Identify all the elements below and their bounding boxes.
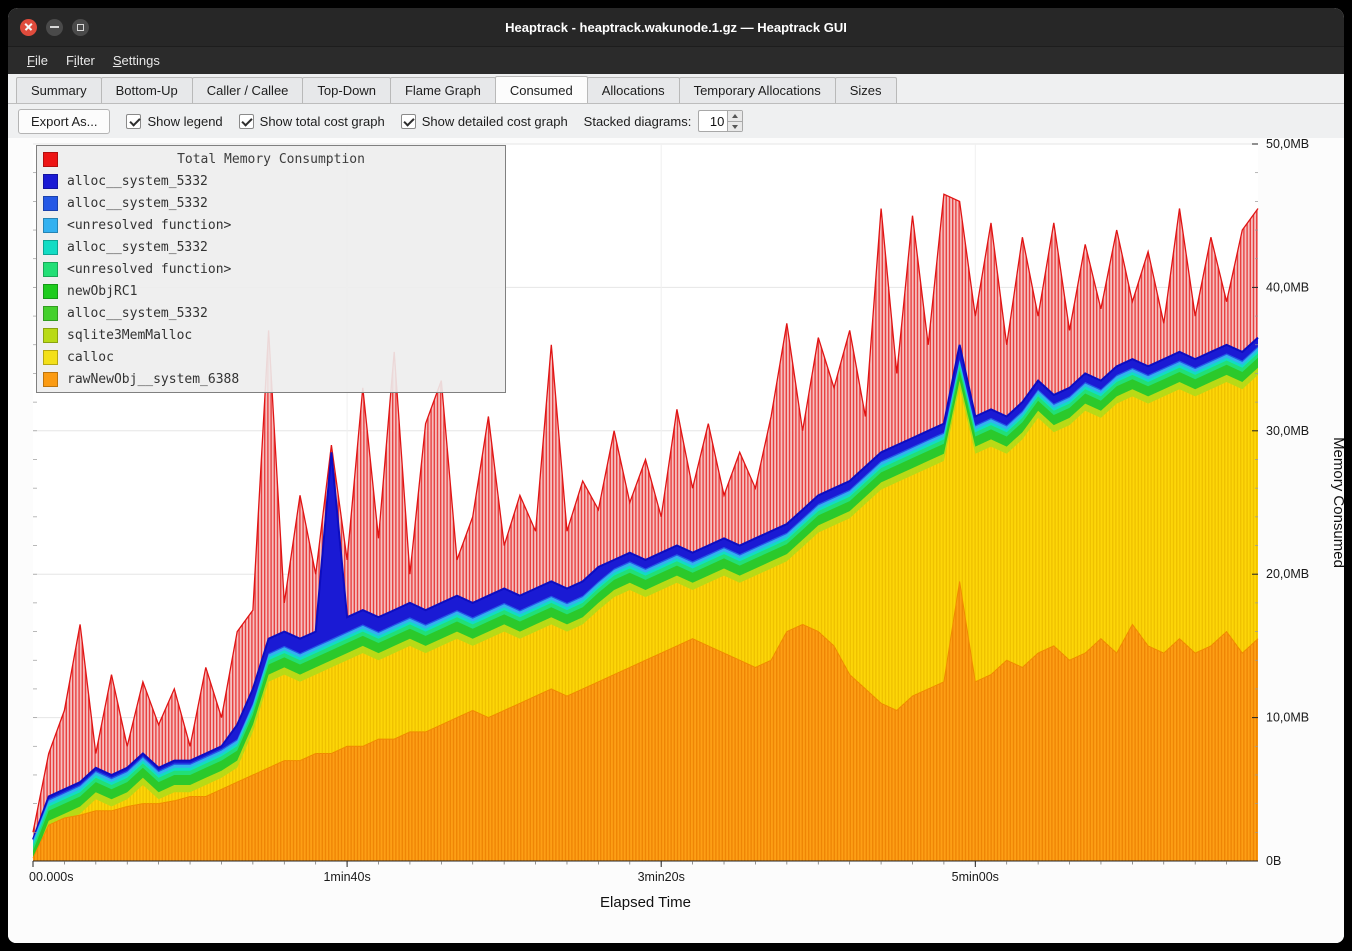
spin-arrows	[727, 111, 742, 131]
stacked-diagrams-spinbox[interactable]: 10	[698, 110, 743, 132]
legend-swatch	[43, 240, 58, 255]
legend-item: alloc__system_5332	[37, 192, 505, 214]
tab-consumed[interactable]: Consumed	[495, 76, 588, 103]
stacked-diagrams-label: Stacked diagrams:	[584, 114, 692, 129]
legend-swatch	[43, 196, 58, 211]
close-button[interactable]	[20, 19, 37, 36]
titlebar[interactable]: Heaptrack - heaptrack.wakunode.1.gz — He…	[8, 8, 1344, 46]
legend-label: Total Memory Consumption	[67, 152, 475, 167]
spin-down-icon[interactable]	[728, 122, 742, 132]
legend-swatch	[43, 152, 58, 167]
checkbox-show-detailed-cost-graph[interactable]: Show detailed cost graph	[401, 114, 568, 129]
checkbox-show-total-cost-graph[interactable]: Show total cost graph	[239, 114, 385, 129]
toolbar: Export As... Show legend Show total cost …	[8, 104, 1344, 138]
menubar: FileFilterSettings	[8, 46, 1344, 74]
legend-item: calloc	[37, 346, 505, 368]
spin-up-icon[interactable]	[728, 111, 742, 122]
legend-swatch	[43, 350, 58, 365]
legend-item: alloc__system_5332	[37, 236, 505, 258]
legend-swatch	[43, 218, 58, 233]
tab-sizes[interactable]: Sizes	[835, 77, 897, 103]
checkbox-group: Show legend Show total cost graph Show det…	[126, 114, 567, 129]
x-tick-label: 00.000s	[29, 870, 73, 884]
y-tick-label: 10,0MB	[1266, 711, 1309, 725]
legend-label: alloc__system_5332	[67, 306, 208, 321]
checkbox-label: Show total cost graph	[260, 114, 385, 129]
legend-swatch	[43, 372, 58, 387]
legend-title-row: Total Memory Consumption	[37, 148, 505, 170]
tab-caller-callee[interactable]: Caller / Callee	[192, 77, 304, 103]
tab-summary[interactable]: Summary	[16, 77, 102, 103]
checkbox-box[interactable]	[239, 114, 254, 129]
legend-item: newObjRC1	[37, 280, 505, 302]
legend-label: calloc	[67, 350, 114, 365]
y-tick-label: 40,0MB	[1266, 280, 1309, 294]
legend-item: sqlite3MemMalloc	[37, 324, 505, 346]
y-tick-label: 0B	[1266, 854, 1281, 868]
maximize-button[interactable]	[72, 19, 89, 36]
y-tick-label: 20,0MB	[1266, 567, 1309, 581]
stacked-diagrams-group: Stacked diagrams: 10	[584, 110, 744, 132]
legend-item: <unresolved function>	[37, 214, 505, 236]
export-as-button[interactable]: Export As...	[18, 109, 110, 134]
checkbox-box[interactable]	[126, 114, 141, 129]
checkbox-label: Show detailed cost graph	[422, 114, 568, 129]
legend-label: <unresolved function>	[67, 218, 231, 233]
chart-legend: Total Memory Consumption alloc__system_53…	[36, 145, 506, 393]
legend-item: rawNewObj__system_6388	[37, 368, 505, 390]
minimize-button[interactable]	[46, 19, 63, 36]
tab-top-down[interactable]: Top-Down	[302, 77, 391, 103]
x-tick-label: 5min00s	[952, 870, 999, 884]
legend-swatch	[43, 262, 58, 277]
tab-temporary-allocations[interactable]: Temporary Allocations	[679, 77, 836, 103]
checkbox-show-legend[interactable]: Show legend	[126, 114, 222, 129]
stacked-diagrams-value: 10	[699, 111, 727, 131]
menu-settings[interactable]: Settings	[104, 49, 169, 72]
y-tick-label: 50,0MB	[1266, 138, 1309, 151]
legend-item: alloc__system_5332	[37, 170, 505, 192]
legend-item: <unresolved function>	[37, 258, 505, 280]
legend-label: <unresolved function>	[67, 262, 231, 277]
legend-swatch	[43, 306, 58, 321]
legend-label: alloc__system_5332	[67, 240, 208, 255]
checkbox-label: Show legend	[147, 114, 222, 129]
chart-region: 00.000s 1min40s 3min20s 5min00s 0B 10,0MB 20,0…	[8, 138, 1344, 943]
x-tick-label: 1min40s	[323, 870, 370, 884]
x-axis-title: Elapsed Time	[600, 894, 691, 911]
legend-swatch	[43, 174, 58, 189]
legend-item: alloc__system_5332	[37, 302, 505, 324]
y-axis-title: Memory Consumed	[1330, 437, 1344, 568]
tabbar: SummaryBottom-UpCaller / CalleeTop-DownF…	[8, 74, 1344, 104]
legend-label: alloc__system_5332	[67, 196, 208, 211]
legend-label: sqlite3MemMalloc	[67, 328, 192, 343]
window-title: Heaptrack - heaptrack.wakunode.1.gz — He…	[8, 20, 1344, 35]
tab-bottom-up[interactable]: Bottom-Up	[101, 77, 193, 103]
legend-swatch	[43, 284, 58, 299]
tab-flame-graph[interactable]: Flame Graph	[390, 77, 496, 103]
x-tick-label: 3min20s	[638, 870, 685, 884]
tab-allocations[interactable]: Allocations	[587, 77, 680, 103]
window-controls	[20, 8, 89, 46]
app-window: Heaptrack - heaptrack.wakunode.1.gz — He…	[8, 8, 1344, 943]
legend-label: rawNewObj__system_6388	[67, 372, 239, 387]
y-tick-label: 30,0MB	[1266, 424, 1309, 438]
menu-file[interactable]: File	[18, 49, 57, 72]
legend-label: newObjRC1	[67, 284, 137, 299]
legend-swatch	[43, 328, 58, 343]
menu-filter[interactable]: Filter	[57, 49, 104, 72]
checkbox-box[interactable]	[401, 114, 416, 129]
legend-label: alloc__system_5332	[67, 174, 208, 189]
